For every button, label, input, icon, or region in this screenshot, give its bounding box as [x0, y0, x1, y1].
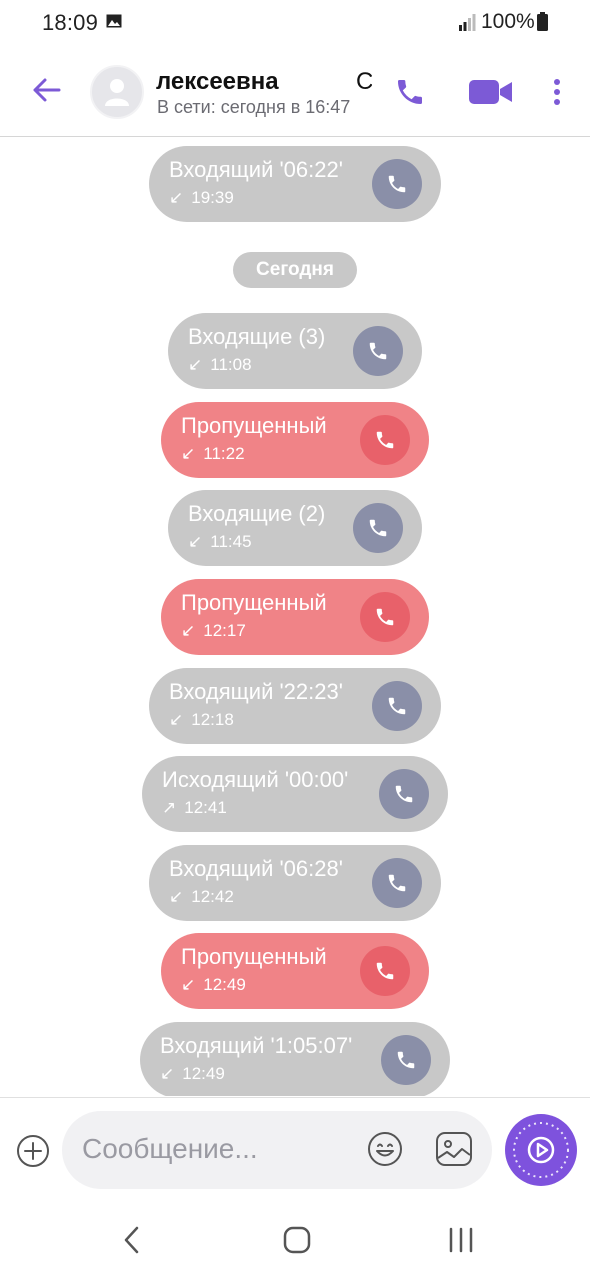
plus-circle-icon[interactable] [16, 1134, 50, 1168]
call-title: Входящие (2) [188, 501, 326, 526]
back-arrow-icon[interactable] [30, 74, 62, 106]
call-back-button[interactable] [372, 159, 422, 209]
call-back-button[interactable] [360, 946, 410, 996]
call-time: ↙ 12:42 [169, 887, 234, 906]
avatar[interactable] [90, 65, 144, 119]
signal-icon [459, 14, 476, 31]
incoming-arrow-icon: ↙ [169, 887, 184, 906]
call-time: ↙ 11:08 [188, 355, 252, 374]
call-title: Входящий '06:22' [169, 157, 343, 182]
contact-name[interactable]: лексеевна [156, 68, 279, 96]
chat-messages[interactable]: Входящий '06:22' ↙ 19:39 Сегодня Входящие… [0, 138, 590, 1096]
outgoing-arrow-icon: ↗ [162, 798, 177, 817]
nav-home-icon[interactable] [283, 1226, 311, 1254]
avatar-icon [105, 79, 129, 106]
send-icon [513, 1122, 569, 1178]
nav-recents-icon[interactable] [447, 1227, 475, 1253]
phone-icon[interactable] [394, 76, 426, 108]
call-bubble[interactable]: Входящий '22:23' ↙ 12:18 [149, 668, 441, 744]
call-bubble[interactable]: Исходящий '00:00' ↗ 12:41 [142, 756, 448, 832]
message-input[interactable] [82, 1129, 362, 1169]
phone-icon [388, 874, 406, 892]
date-separator: Сегодня [233, 252, 357, 288]
call-title: Входящие (3) [188, 324, 326, 349]
missed-call-bubble[interactable]: Пропущенный ↙ 12:17 [161, 579, 429, 655]
incoming-arrow-icon: ↙ [188, 532, 203, 551]
call-title: Входящий '06:28' [169, 856, 343, 881]
call-bubble[interactable]: Входящие (2) ↙ 11:45 [168, 490, 422, 566]
system-nav-bar [0, 1200, 590, 1280]
phone-icon [397, 1051, 415, 1069]
call-back-button[interactable] [372, 858, 422, 908]
more-vertical-icon[interactable] [553, 78, 561, 106]
call-back-button[interactable] [372, 681, 422, 731]
status-time: 18:09 [42, 10, 99, 35]
incoming-arrow-icon: ↙ [160, 1064, 175, 1083]
message-field[interactable] [62, 1111, 492, 1189]
chat-header: лексеевна С В сети: сегодня в 16:47 [0, 48, 590, 137]
call-time: ↙ 12:18 [169, 710, 234, 729]
call-bubble[interactable]: Входящий '1:05:07' ↙ 12:49 [140, 1022, 450, 1096]
call-time: ↙ 12:17 [181, 621, 246, 640]
missed-call-bubble[interactable]: Пропущенный ↙ 11:22 [161, 402, 429, 478]
incoming-arrow-icon: ↙ [181, 444, 196, 463]
call-title: Входящий '22:23' [169, 679, 343, 704]
battery-percent: 100% [481, 10, 535, 33]
video-camera-icon[interactable] [469, 78, 513, 106]
incoming-arrow-icon: ↙ [181, 621, 196, 640]
contact-online-status: В сети: сегодня в 16:47 [157, 97, 351, 117]
phone-icon [376, 431, 394, 449]
incoming-arrow-icon: ↙ [188, 355, 203, 374]
phone-icon [376, 962, 394, 980]
emoji-icon[interactable] [367, 1131, 403, 1167]
call-time: ↗ 12:41 [162, 798, 227, 817]
nav-back-icon[interactable] [120, 1226, 144, 1254]
call-back-button[interactable] [353, 503, 403, 553]
call-title: Исходящий '00:00' [162, 767, 349, 792]
call-time: ↙ 11:22 [181, 444, 245, 463]
call-title: Пропущенный [181, 944, 327, 969]
call-time: ↙ 12:49 [160, 1064, 225, 1083]
call-time: ↙ 19:39 [169, 188, 234, 207]
status-bar: 18:09 100% [0, 0, 590, 48]
call-title: Пропущенный [181, 590, 327, 615]
incoming-arrow-icon: ↙ [169, 188, 184, 207]
battery-icon [537, 12, 548, 31]
message-input-bar [0, 1097, 590, 1200]
phone-icon [376, 608, 394, 626]
call-title: Пропущенный [181, 413, 327, 438]
incoming-arrow-icon: ↙ [181, 975, 196, 994]
phone-icon [369, 519, 387, 537]
call-title: Входящий '1:05:07' [160, 1033, 353, 1058]
call-back-button[interactable] [381, 1035, 431, 1085]
call-back-button[interactable] [353, 326, 403, 376]
phone-icon [388, 175, 406, 193]
call-back-button[interactable] [360, 592, 410, 642]
sticker-icon[interactable] [435, 1131, 473, 1167]
call-bubble[interactable]: Входящий '06:22' ↙ 19:39 [149, 146, 441, 222]
contact-name-overflow: С [356, 68, 372, 95]
incoming-arrow-icon: ↙ [169, 710, 184, 729]
call-back-button[interactable] [379, 769, 429, 819]
send-button[interactable] [505, 1114, 577, 1186]
gallery-notification-icon [106, 14, 122, 28]
phone-icon [369, 342, 387, 360]
call-time: ↙ 12:49 [181, 975, 246, 994]
missed-call-bubble[interactable]: Пропущенный ↙ 12:49 [161, 933, 429, 1009]
phone-icon [395, 785, 413, 803]
call-time: ↙ 11:45 [188, 532, 252, 551]
call-back-button[interactable] [360, 415, 410, 465]
call-bubble[interactable]: Входящий '06:28' ↙ 12:42 [149, 845, 441, 921]
phone-icon [388, 697, 406, 715]
call-bubble[interactable]: Входящие (3) ↙ 11:08 [168, 313, 422, 389]
